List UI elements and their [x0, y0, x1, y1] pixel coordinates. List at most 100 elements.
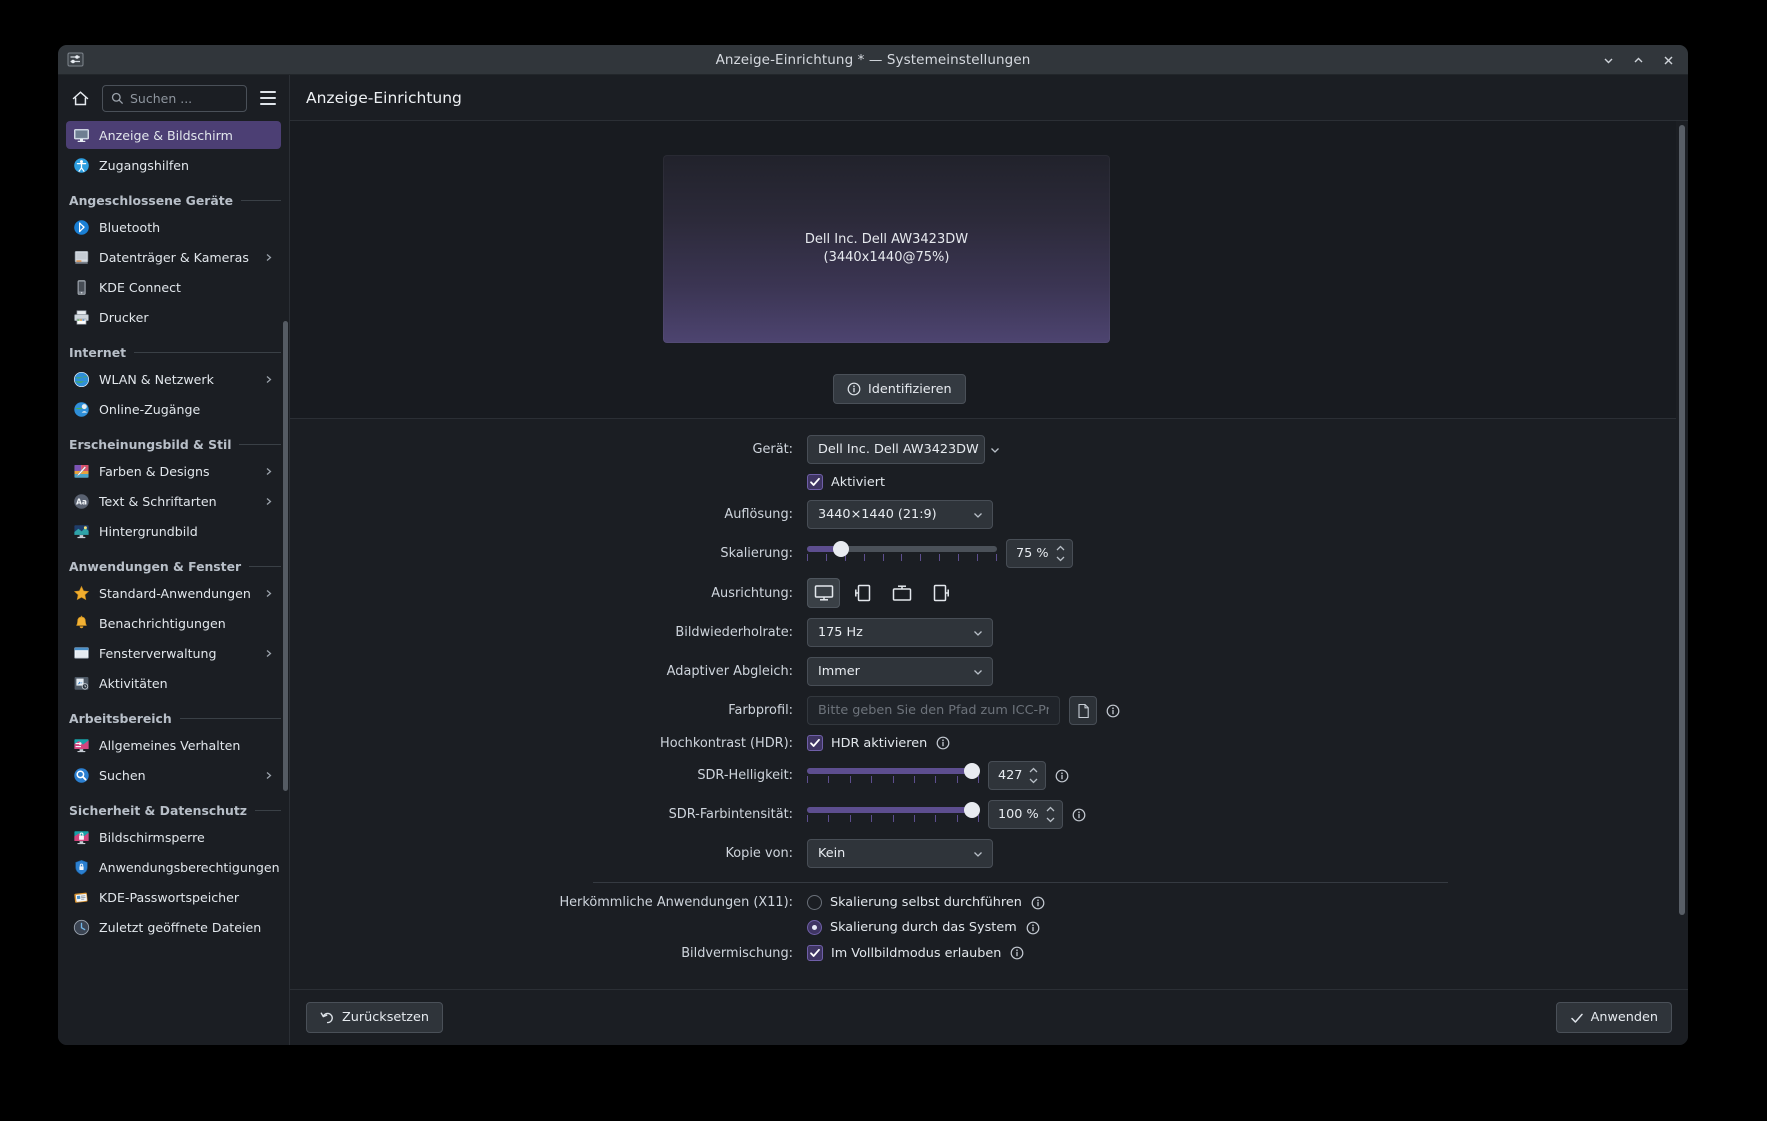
scaling-slider[interactable]	[807, 541, 997, 561]
sidebar-item-zugangshilfen[interactable]: Zugangshilfen	[66, 151, 281, 179]
sidebar-item-farben-designs[interactable]: Farben & Designs	[66, 457, 281, 485]
sdr-brightness-slider-handle[interactable]	[964, 763, 981, 779]
sidebar-group-divider	[254, 810, 281, 811]
sdr-saturation-value: 100 %	[998, 807, 1039, 822]
minimize-icon[interactable]	[1594, 48, 1622, 72]
dialog-footer: Zurücksetzen Anwenden	[290, 989, 1688, 1045]
sidebar-item-drucker[interactable]: Drucker	[66, 303, 281, 331]
stepper-arrows-icon[interactable]	[1045, 806, 1056, 823]
enabled-checkbox[interactable]: Aktiviert	[807, 474, 885, 490]
sdr-brightness-spinbox[interactable]: 427	[988, 761, 1047, 790]
sidebar-item-label: Allgemeines Verhalten	[99, 737, 241, 753]
refresh-rate-combobox[interactable]: 175 Hz	[807, 618, 993, 647]
sidebar-item-label: Text & Schriftarten	[99, 493, 217, 509]
maximize-icon[interactable]	[1624, 48, 1652, 72]
home-icon[interactable]	[66, 84, 94, 112]
sidebar-item-text-schriftarten[interactable]: Aa Text & Schriftarten	[66, 487, 281, 515]
color-palette-icon	[73, 463, 90, 480]
sidebar-item-anzeige-bildschirm[interactable]: Anzeige & Bildschirm	[66, 121, 281, 149]
rotate-270-portrait-icon[interactable]	[924, 578, 957, 608]
sidebar-item-label: Zuletzt geöffnete Dateien	[99, 919, 262, 935]
sidebar-group-label: Anwendungen & Fenster	[69, 559, 242, 574]
legacy-scale-system-radio[interactable]: Skalierung durch das System	[807, 920, 1017, 935]
apply-button[interactable]: Anwenden	[1555, 1002, 1672, 1033]
sdr-saturation-info-icon[interactable]	[1072, 808, 1086, 822]
identify-button[interactable]: Identifizieren	[833, 374, 966, 404]
chevron-down-icon	[972, 666, 984, 678]
hdr-checkbox[interactable]: HDR aktivieren	[807, 735, 927, 751]
tearing-checkbox[interactable]: Im Vollbildmodus erlauben	[807, 945, 1001, 961]
sdr-brightness-info-icon[interactable]	[1055, 769, 1069, 783]
sidebar-item-label: Aktivitäten	[99, 675, 168, 691]
sdr-saturation-slider[interactable]	[807, 802, 981, 822]
scaling-slider-handle[interactable]	[833, 541, 850, 557]
device-label: Gerät:	[752, 442, 793, 457]
close-icon[interactable]	[1654, 48, 1682, 72]
chevron-down-icon	[972, 848, 984, 860]
monitor-preview-area: Dell Inc. Dell AW3423DW (3440x1440@75%) …	[290, 121, 1676, 419]
rotate-180-landscape-icon[interactable]	[885, 578, 918, 608]
tearing-info-icon[interactable]	[1010, 946, 1024, 960]
sdr-brightness-slider[interactable]	[807, 763, 981, 783]
color-profile-input[interactable]: Bitte geben Sie den Pfad zum ICC-Profil …	[807, 696, 1060, 725]
scaling-spinbox[interactable]: 75 %	[1006, 539, 1073, 568]
apply-button-label: Anwenden	[1590, 1010, 1658, 1025]
system-settings-window: Anzeige-Einrichtung * — Systemeinstellun…	[58, 45, 1688, 1045]
monitor-preview-tile[interactable]: Dell Inc. Dell AW3423DW (3440x1440@75%)	[663, 155, 1110, 343]
sidebar-group-divider	[134, 352, 281, 353]
sidebar-group-divider	[241, 200, 281, 201]
rotate-0-landscape-icon[interactable]	[807, 578, 840, 608]
main-scrollbar[interactable]	[1679, 125, 1685, 915]
sidebar-item-aktivitäten[interactable]: Aktivitäten	[66, 669, 281, 697]
sidebar-item-label: Hintergrundbild	[99, 523, 198, 539]
stepper-arrows-icon[interactable]	[1028, 767, 1039, 784]
sdr-saturation-spinbox[interactable]: 100 %	[988, 800, 1063, 829]
legacy-scale-system-info-icon[interactable]	[1026, 921, 1040, 935]
sdr-saturation-label: SDR-Farbintensität:	[668, 807, 793, 822]
rotate-90-portrait-icon[interactable]	[846, 578, 879, 608]
file-browse-icon[interactable]	[1069, 696, 1097, 725]
resolution-combobox[interactable]: 3440×1440 (21:9)	[807, 500, 993, 529]
color-profile-placeholder: Bitte geben Sie den Pfad zum ICC-Profil …	[818, 703, 1049, 718]
stepper-arrows-icon[interactable]	[1055, 545, 1066, 562]
sidebar-item-fensterverwaltung[interactable]: Fensterverwaltung	[66, 639, 281, 667]
sidebar-item-kde-passwortspeicher[interactable]: KDE-Passwortspeicher	[66, 883, 281, 911]
sidebar-item-allgemeines-verhalten[interactable]: Allgemeines Verhalten	[66, 731, 281, 759]
chevron-right-icon	[263, 496, 274, 507]
legacy-scale-self-radio[interactable]: Skalierung selbst durchführen	[807, 895, 1022, 910]
sidebar-item-zuletzt-geöffnete-dateien[interactable]: Zuletzt geöffnete Dateien	[66, 913, 281, 941]
sidebar-item-bluetooth[interactable]: Bluetooth	[66, 213, 281, 241]
sidebar-item-standard-anwendungen[interactable]: Standard-Anwendungen	[66, 579, 281, 607]
sidebar-item-suchen[interactable]: Suchen	[66, 761, 281, 789]
font-aa-icon: Aa	[73, 493, 90, 510]
window-titlebar[interactable]: Anzeige-Einrichtung * — Systemeinstellun…	[58, 45, 1688, 75]
reset-button[interactable]: Zurücksetzen	[306, 1002, 443, 1033]
sidebar-group-label: Angeschlossene Geräte	[69, 193, 234, 208]
sidebar-item-datenträger-kameras[interactable]: Datenträger & Kameras	[66, 243, 281, 271]
color-profile-info-icon[interactable]	[1106, 704, 1120, 718]
sdr-saturation-slider-handle[interactable]	[964, 802, 981, 818]
form-separator	[290, 882, 1676, 883]
sidebar-scrollbar[interactable]	[283, 321, 288, 791]
sidebar-item-label: Zugangshilfen	[99, 157, 190, 173]
replica-of-combobox[interactable]: Kein	[807, 839, 993, 868]
sidebar-scroll-area: Anzeige & Bildschirm Zugangshilfen Angesch…	[58, 121, 289, 1045]
sidebar-item-kde-connect[interactable]: KDE Connect	[66, 273, 281, 301]
sidebar-item-benachrichtigungen[interactable]: Benachrichtigungen	[66, 609, 281, 637]
sidebar-item-anwendungsberechtigungen[interactable]: Anwendungsberechtigungen	[66, 853, 281, 881]
search-input[interactable]: Suchen ...	[102, 84, 247, 112]
sidebar-item-bildschirmsperre[interactable]: Bildschirmsperre	[66, 823, 281, 851]
settings-sliders-icon	[66, 51, 84, 69]
sdr-brightness-slider-ticks	[807, 776, 979, 783]
hdr-info-icon[interactable]	[936, 736, 950, 750]
adaptive-sync-combobox[interactable]: Immer	[807, 657, 993, 686]
sidebar-item-online-zugänge[interactable]: Online-Zugänge	[66, 395, 281, 423]
workspace-behavior-icon	[73, 737, 90, 754]
legacy-scale-self-info-icon[interactable]	[1031, 896, 1045, 910]
sidebar-item-label: Bluetooth	[99, 219, 161, 235]
sidebar-item-label: Anwendungsberechtigungen	[99, 859, 280, 875]
hamburger-menu-icon[interactable]	[255, 85, 281, 111]
sidebar-item-wlan-netzwerk[interactable]: WLAN & Netzwerk	[66, 365, 281, 393]
device-combobox[interactable]: Dell Inc. Dell AW3423DW	[807, 435, 999, 464]
sidebar-item-hintergrundbild[interactable]: Hintergrundbild	[66, 517, 281, 545]
